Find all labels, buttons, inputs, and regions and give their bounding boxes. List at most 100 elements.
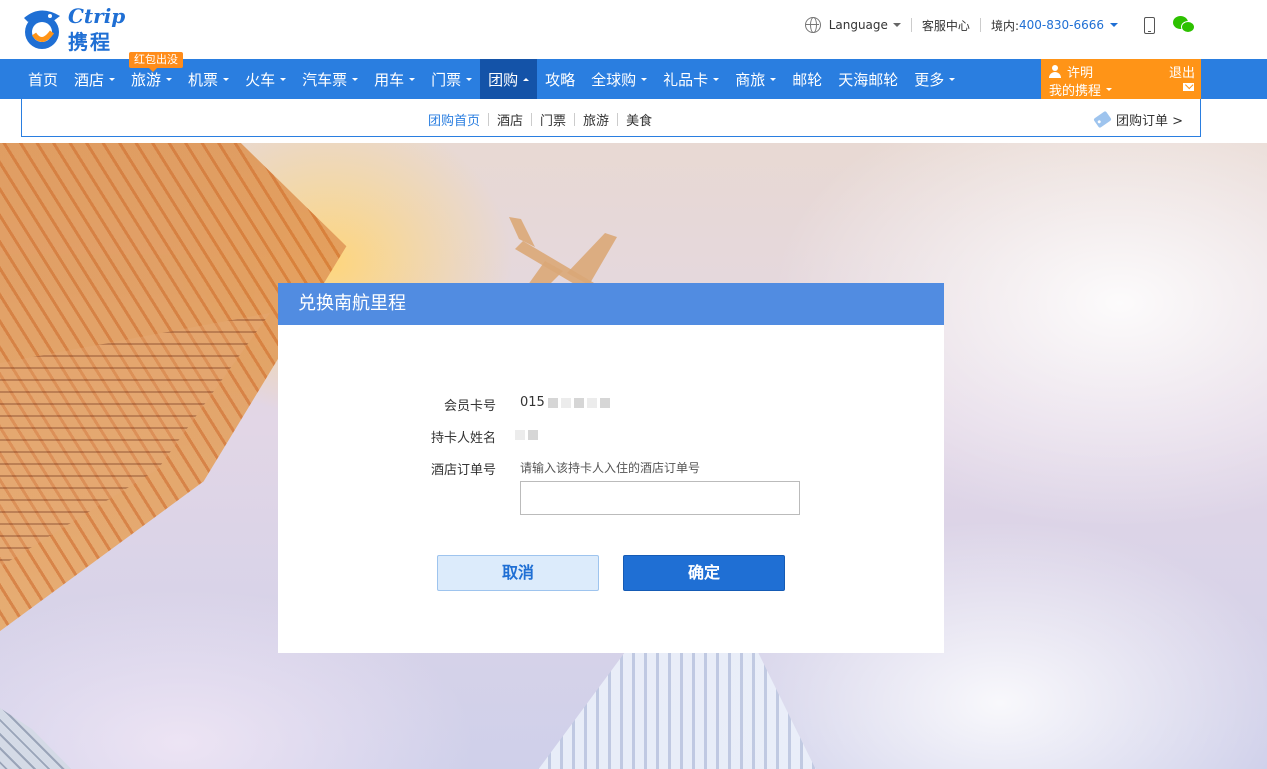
chevron-down-icon <box>949 77 956 81</box>
redaction-mask <box>528 429 538 440</box>
globe-icon <box>804 17 821 33</box>
chevron-down-icon <box>280 77 287 81</box>
user-name-link[interactable]: 许明 <box>1049 62 1093 81</box>
nav-item-label: 火车 <box>245 70 276 89</box>
nav-item[interactable]: 用车 <box>366 59 423 99</box>
nav-item-label: 用车 <box>374 70 405 89</box>
nav-item-label: 天海邮轮 <box>838 70 899 89</box>
redaction-mask <box>586 397 597 408</box>
mail-icon[interactable] <box>1183 83 1194 91</box>
hotline-number: 400-830-6666 <box>1018 18 1104 32</box>
cancel-button[interactable]: 取消 <box>437 555 599 591</box>
redaction-mask <box>599 397 610 408</box>
nav-item[interactable]: 首页 <box>20 59 66 99</box>
nav-item[interactable]: 机票 <box>180 59 237 99</box>
sub-nav-item[interactable]: 旅游 <box>575 110 617 129</box>
chevron-up-icon <box>523 77 530 81</box>
nav-item[interactable]: 汽车票 <box>294 59 366 99</box>
nav-item[interactable]: 全球购 <box>583 59 655 99</box>
nav-item-label: 全球购 <box>591 70 637 89</box>
sub-nav-item[interactable]: 酒店 <box>489 110 531 129</box>
chevron-down-icon <box>892 23 901 27</box>
nav-item[interactable]: 门票 <box>423 59 480 99</box>
nav-item-label: 门票 <box>431 70 462 89</box>
nav-item[interactable]: 更多 <box>906 59 963 99</box>
chevron-down-icon <box>770 77 777 81</box>
nav-item-label: 酒店 <box>74 70 105 89</box>
sub-nav-item[interactable]: 美食 <box>618 110 660 129</box>
card-no-text: 015 <box>520 395 545 410</box>
group-order-label: 团购订单 > <box>1115 114 1183 129</box>
nav-item[interactable]: 火车 <box>237 59 294 99</box>
card-no-label: 会员卡号 <box>443 399 496 414</box>
redaction-mask <box>573 397 584 408</box>
background-building <box>0 708 80 769</box>
nav-item-label: 机票 <box>188 70 219 89</box>
my-ctrip-menu[interactable]: 我的携程 <box>1049 80 1113 99</box>
service-center-label: 客服中心 <box>921 18 970 33</box>
redaction-mask <box>515 429 525 440</box>
redaction-mask <box>560 397 571 408</box>
nav-item[interactable]: 团购 <box>480 59 538 99</box>
nav-item-label: 礼品卡 <box>663 70 709 89</box>
chevron-down-icon <box>166 77 173 81</box>
promo-badge: 红包出没 <box>129 52 183 72</box>
top-utility-bar: Language 客服中心 境内: 400-830-6666 <box>795 14 1267 36</box>
tag-icon <box>1093 110 1112 129</box>
chevron-down-icon <box>641 77 648 81</box>
chevron-down-icon <box>109 77 116 81</box>
nav-item-label: 汽车票 <box>302 70 348 89</box>
logo-text-en: Ctrip <box>68 4 126 28</box>
language-label: Language <box>828 18 888 32</box>
chevron-down-icon <box>352 77 359 81</box>
nav-item-label: 商旅 <box>735 70 766 89</box>
background-building <box>532 648 820 769</box>
wechat-icon[interactable] <box>1173 16 1195 34</box>
nav-item-label: 首页 <box>28 70 59 89</box>
hotline-selector[interactable]: 境内: 400-830-6666 <box>981 17 1128 33</box>
redaction-mask <box>547 397 558 408</box>
card-no-value: 015 <box>520 395 610 410</box>
top-header: Ctrip 携程 Language 客服中心 境内: 400-830-6666 <box>0 0 1267 59</box>
chevron-down-icon <box>223 77 230 81</box>
chevron-down-icon <box>1110 23 1118 27</box>
sub-nav-item[interactable]: 团购首页 <box>420 110 488 129</box>
hotel-order-input[interactable] <box>520 481 800 515</box>
dialog-title: 兑换南航里程 <box>278 283 944 325</box>
nav-item[interactable]: 礼品卡 <box>655 59 727 99</box>
user-panel: 许明 我的携程 退出 <box>1041 59 1201 99</box>
sub-nav: 团购首页 酒店 门票 旅游 美食 团购订单 > <box>21 99 1201 137</box>
nav-item[interactable]: 商旅 <box>727 59 784 99</box>
user-icon <box>1049 65 1061 78</box>
my-ctrip-label: 我的携程 <box>1049 84 1102 99</box>
nav-item-label: 团购 <box>488 70 519 89</box>
logout-link[interactable]: 退出 <box>1169 62 1195 81</box>
logo-text-cn: 携程 <box>68 30 112 54</box>
order-label: 酒店订单号 <box>430 463 496 478</box>
nav-item[interactable]: 邮轮 <box>784 59 830 99</box>
service-center-link[interactable]: 客服中心 <box>912 17 980 33</box>
language-selector[interactable]: Language <box>795 17 911 33</box>
chevron-down-icon <box>409 77 416 81</box>
domestic-label: 境内: <box>990 18 1019 33</box>
dolphin-logo-icon <box>24 10 60 49</box>
holder-value <box>512 427 538 442</box>
ctrip-logo[interactable]: Ctrip 携程 <box>20 4 150 54</box>
nav-item[interactable]: 攻略 <box>537 59 583 99</box>
chevron-down-icon <box>1106 88 1113 91</box>
sub-nav-item[interactable]: 门票 <box>532 110 574 129</box>
order-hint: 请输入该持卡人入住的酒店订单号 <box>520 461 701 475</box>
nav-item[interactable]: 酒店 <box>66 59 123 99</box>
sub-nav-items: 团购首页 酒店 门票 旅游 美食 <box>420 110 660 129</box>
confirm-button[interactable]: 确定 <box>623 555 785 591</box>
chevron-down-icon <box>713 77 720 81</box>
group-order-link[interactable]: 团购订单 > <box>1093 110 1183 129</box>
nav-item[interactable]: 天海邮轮 <box>830 59 906 99</box>
holder-label: 持卡人姓名 <box>430 431 496 446</box>
chevron-down-icon <box>466 77 473 81</box>
redeem-mileage-dialog: 兑换南航里程 会员卡号 015 持卡人姓名 酒店订单号 请输入该持卡人入住的酒店… <box>278 283 944 653</box>
nav-item-label: 更多 <box>914 70 945 89</box>
mobile-app-icon[interactable] <box>1144 16 1155 34</box>
user-name: 许明 <box>1067 66 1094 81</box>
nav-item-label: 攻略 <box>545 70 576 89</box>
